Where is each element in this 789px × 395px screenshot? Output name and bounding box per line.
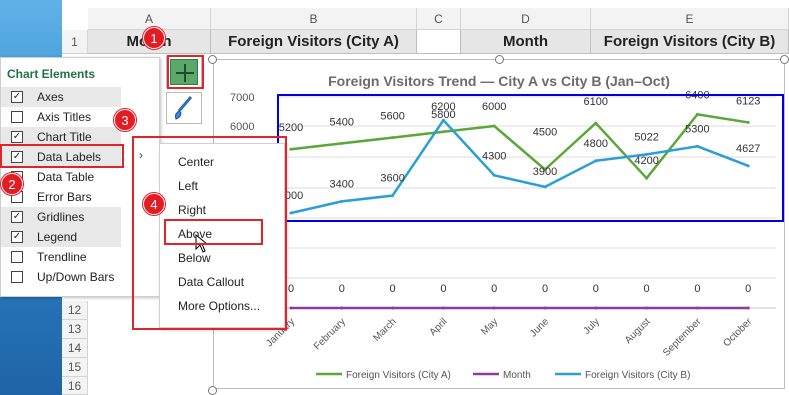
data-label[interactable]: 0 — [288, 283, 294, 295]
x-tick-label: April — [428, 316, 450, 338]
axes-checkbox[interactable]: ✓ — [11, 91, 23, 103]
data-point[interactable] — [594, 306, 598, 310]
element-trendline[interactable]: Trendline — [1, 247, 121, 267]
data-point[interactable] — [289, 306, 293, 310]
step-badge-2: 2 — [1, 173, 23, 195]
x-tick-label: July — [582, 316, 602, 336]
data-point[interactable] — [492, 306, 496, 310]
data-label[interactable]: 0 — [491, 283, 497, 295]
up-down-bars-checkbox[interactable] — [11, 271, 23, 283]
data-point[interactable] — [645, 306, 649, 310]
element-up-down-bars[interactable]: Up/Down Bars — [1, 267, 121, 287]
chart-title[interactable]: Foreign Visitors Trend — City A vs City … — [328, 73, 670, 89]
data-point[interactable] — [746, 306, 750, 310]
gridlines-checkbox[interactable]: ✓ — [11, 211, 23, 223]
x-tick-label: June — [528, 316, 551, 339]
highlight-chart-elements-button — [167, 55, 204, 89]
chart-title-checkbox[interactable]: ✓ — [11, 131, 23, 143]
highlight-above-option — [164, 219, 263, 245]
data-label[interactable]: 0 — [694, 283, 700, 295]
element-axis-titles-label: Axis Titles — [37, 110, 92, 124]
data-label[interactable]: 0 — [339, 283, 345, 295]
legend-checkbox[interactable]: ✓ — [11, 231, 23, 243]
step-badge-1: 1 — [143, 27, 165, 49]
x-tick-label: August — [623, 316, 653, 346]
paintbrush-icon — [174, 96, 193, 120]
element-error-bars-label: Error Bars — [37, 190, 92, 204]
x-tick-label: March — [371, 316, 398, 343]
element-data-table-label: Data Table — [37, 170, 95, 184]
element-gridlines[interactable]: ✓ Gridlines — [1, 207, 121, 227]
data-label[interactable]: 0 — [745, 283, 751, 295]
data-point[interactable] — [695, 306, 699, 310]
data-label[interactable]: 0 — [390, 283, 396, 295]
y-tick-label: 6000 — [230, 121, 254, 133]
element-chart-title-label: Chart Title — [37, 130, 92, 144]
x-tick-label: May — [479, 316, 500, 337]
element-gridlines-label: Gridlines — [37, 210, 85, 224]
element-axis-titles[interactable]: Axis Titles — [1, 107, 121, 127]
data-point[interactable] — [441, 306, 445, 310]
legend-entry[interactable]: Month — [503, 370, 531, 381]
x-tick-label: September — [661, 316, 704, 359]
y-tick-label: 7000 — [230, 92, 254, 104]
data-point[interactable] — [391, 306, 395, 310]
legend-entry[interactable]: Foreign Visitors (City A) — [346, 370, 451, 381]
chart-elements-title: Chart Elements — [7, 67, 96, 81]
data-label[interactable]: 0 — [593, 283, 599, 295]
element-axes[interactable]: ✓ Axes — [1, 87, 121, 107]
highlight-data-labels — [0, 144, 124, 168]
data-point[interactable] — [543, 306, 547, 310]
element-legend[interactable]: ✓ Legend — [1, 227, 121, 247]
x-tick-label: February — [312, 316, 348, 352]
step-badge-4: 4 — [143, 193, 165, 215]
legend-entry[interactable]: Foreign Visitors (City B) — [585, 370, 690, 381]
element-legend-label: Legend — [37, 230, 78, 244]
element-up-down-bars-label: Up/Down Bars — [37, 270, 115, 284]
step-badge-3: 3 — [114, 109, 136, 131]
chart-styles-button[interactable] — [166, 92, 202, 124]
data-point[interactable] — [340, 306, 344, 310]
x-tick-label: October — [721, 316, 754, 349]
trendline-checkbox[interactable] — [11, 251, 23, 263]
data-label[interactable]: 0 — [542, 283, 548, 295]
element-trendline-label: Trendline — [37, 250, 87, 264]
data-label[interactable]: 0 — [440, 283, 446, 295]
plot-area-selection[interactable] — [277, 94, 784, 222]
data-label[interactable]: 0 — [644, 283, 650, 295]
element-axes-label: Axes — [37, 90, 64, 104]
axis-titles-checkbox[interactable] — [11, 111, 23, 123]
